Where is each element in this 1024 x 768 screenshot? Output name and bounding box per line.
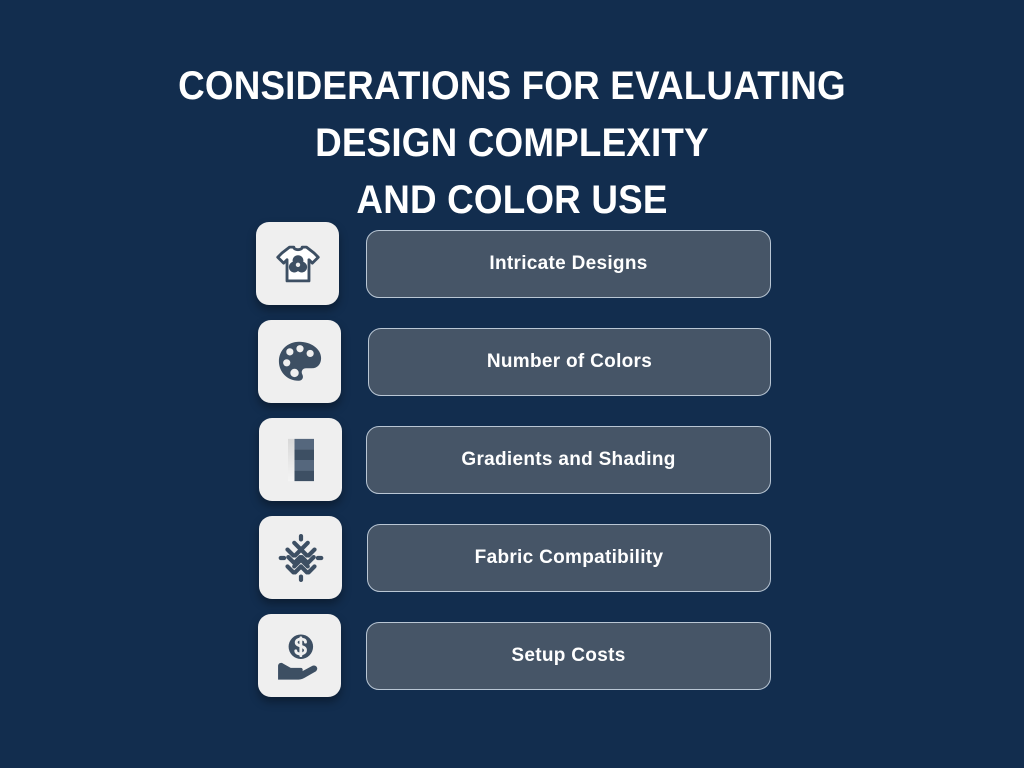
infographic-slide: CONSIDERATIONS FOR EVALUATING DESIGN COM… [0,0,1024,768]
list-item-pill[interactable]: Intricate Designs [366,230,771,298]
title-block: CONSIDERATIONS FOR EVALUATING DESIGN COM… [72,58,952,228]
list-item: Fabric Compatibility [0,516,1024,614]
tshirt-color-wheel-icon [271,237,325,291]
icon-tile [258,320,341,403]
considerations-list: Intricate Designs Number of Colors Gradi… [0,222,1024,712]
gradient-swatch-strip-icon [275,434,327,486]
list-item-label: Setup Costs [511,645,626,666]
list-item: Setup Costs [0,614,1024,712]
hand-holding-dollar-icon [273,629,327,683]
list-item-label: Fabric Compatibility [474,547,664,568]
list-item: Gradients and Shading [0,418,1024,516]
paint-palette-icon [275,337,325,387]
icon-tile [256,222,339,305]
list-item-label: Number of Colors [486,351,653,372]
page-title: CONSIDERATIONS FOR EVALUATING DESIGN COM… [178,64,846,222]
list-item-pill[interactable]: Fabric Compatibility [367,524,771,592]
icon-tile [259,418,342,501]
icon-tile [258,614,341,697]
icon-tile [259,516,342,599]
list-item: Intricate Designs [0,222,1024,320]
list-item-label: Intricate Designs [489,253,648,274]
list-item-pill[interactable]: Number of Colors [368,328,771,396]
woven-fabric-texture-icon [274,531,328,585]
list-item-label: Gradients and Shading [461,449,676,470]
list-item-pill[interactable]: Setup Costs [366,622,771,690]
list-item-pill[interactable]: Gradients and Shading [366,426,771,494]
list-item: Number of Colors [0,320,1024,418]
